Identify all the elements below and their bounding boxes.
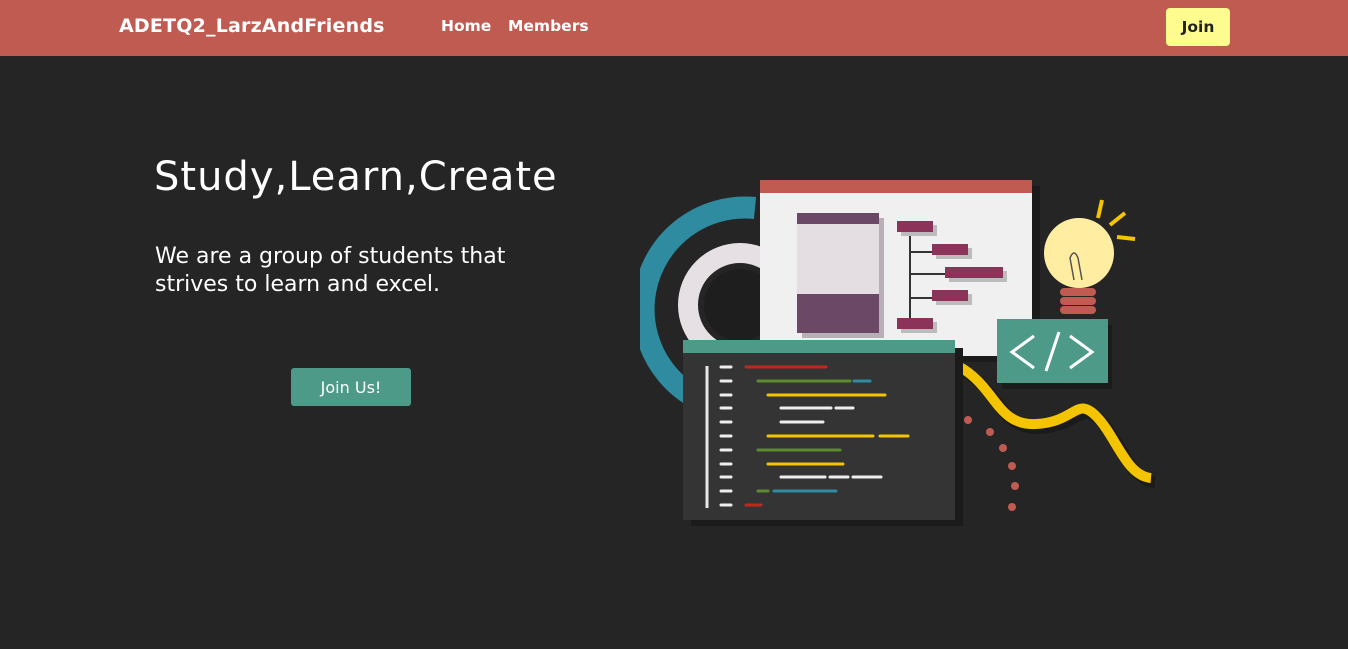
nav-link-members[interactable]: Members (508, 17, 589, 35)
code-editor-icon (683, 340, 963, 526)
coding-illustration (640, 180, 1157, 526)
lightbulb-icon (1044, 199, 1136, 314)
brand-logo-text[interactable]: ADETQ2_LarzAndFriends (119, 15, 385, 37)
code-tag-icon (997, 319, 1112, 389)
join-us-button[interactable]: Join Us! (291, 368, 411, 406)
join-button[interactable]: Join (1166, 8, 1230, 46)
nav-link-home[interactable]: Home (441, 17, 491, 35)
navbar: ADETQ2_LarzAndFriends Home Members Join (0, 0, 1348, 56)
hero-title: Study,Learn,Create (154, 154, 558, 200)
dots-decoration (964, 416, 1019, 511)
hero-subtitle: We are a group of students that strives … (155, 244, 506, 297)
